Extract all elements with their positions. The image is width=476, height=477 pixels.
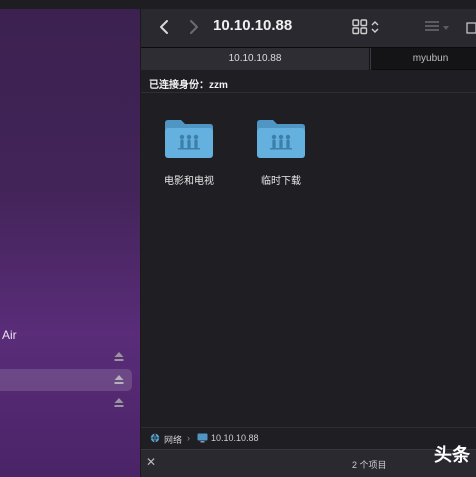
sidebar-top-strip <box>0 0 141 9</box>
folder-name: 临时下载 <box>261 176 301 187</box>
sidebar: Air <box>0 0 141 477</box>
watermark: 头条 <box>434 445 470 466</box>
icon-view-button[interactable] <box>352 18 382 36</box>
shared-folder-icon <box>165 120 213 158</box>
path-bar: 网络 › 10.10.10.88 <box>141 427 476 449</box>
chevron-right-icon: › <box>187 433 190 443</box>
eject-icon[interactable] <box>114 397 124 408</box>
eject-icon[interactable] <box>114 374 124 385</box>
back-button[interactable] <box>155 17 175 37</box>
path-network[interactable]: 网络 <box>164 433 182 446</box>
sidebar-item-label: Air <box>2 328 17 342</box>
sidebar-item-volume-1[interactable] <box>0 346 132 368</box>
monitor-icon <box>197 433 208 445</box>
toolbar: 10.10.10.88 <box>141 9 476 47</box>
tab-bar: 10.10.10.88 myubun <box>141 47 476 70</box>
sidebar-item-device[interactable]: Air <box>0 324 132 346</box>
eject-icon[interactable] <box>114 351 124 362</box>
item-count: 2 个项目 <box>352 460 387 470</box>
forward-button[interactable] <box>183 17 203 37</box>
shared-folder-icon <box>257 120 305 158</box>
tab-myubun[interactable]: myubun <box>370 48 476 70</box>
connection-status: 已连接身份：zzm <box>149 80 228 91</box>
window-title: 10.10.10.88 <box>213 17 293 34</box>
folder-item[interactable]: 临时下载 <box>241 117 321 192</box>
share-button[interactable] <box>466 18 476 36</box>
sidebar-item-volume-3[interactable] <box>0 392 132 414</box>
sidebar-item-volume-2[interactable] <box>0 369 132 391</box>
tab-server[interactable]: 10.10.10.88 <box>141 48 369 70</box>
status-bar: ✕ 2 个项目 <box>141 449 476 477</box>
divider <box>141 92 476 93</box>
folder-name: 电影和电视 <box>164 176 214 187</box>
network-icon <box>150 433 160 445</box>
group-button[interactable] <box>423 18 453 36</box>
close-icon[interactable]: ✕ <box>146 455 156 469</box>
folder-item[interactable]: 电影和电视 <box>149 117 229 192</box>
window-top-strip <box>141 0 476 9</box>
finder-window: 10.10.10.88 10.10.10.88 myubun 已连接身份：zzm… <box>141 0 476 477</box>
path-server[interactable]: 10.10.10.88 <box>211 433 259 443</box>
